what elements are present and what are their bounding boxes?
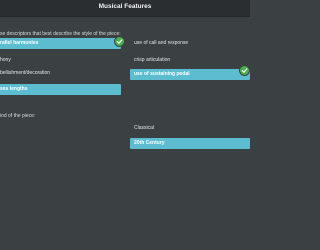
option-call-and-response[interactable]: use of call and response — [130, 38, 250, 49]
checkmark-icon — [115, 37, 124, 46]
option-classical[interactable]: Classical — [130, 123, 250, 134]
option-label: use of call and response — [134, 40, 189, 46]
option-symphony[interactable]: hony — [0, 55, 121, 66]
title-bar: Musical Features — [0, 0, 250, 17]
option-embellishment-decoration[interactable]: bellishment/decoration — [0, 68, 121, 79]
option-label: Classical — [134, 125, 155, 131]
option-label: rallel harmonies — [0, 40, 39, 46]
option-parallel-harmonies[interactable]: rallel harmonies — [0, 38, 121, 49]
period-prompt: iod of the piece: — [0, 113, 36, 119]
descriptors-prompt: se descriptors that best describe the st… — [0, 31, 121, 37]
option-phrase-lengths[interactable]: ses lengths — [0, 84, 121, 95]
option-label: use of sustaining pedal — [134, 71, 190, 77]
option-20th-century[interactable]: 20th Century — [130, 138, 250, 149]
option-label: ses lengths — [0, 86, 28, 92]
option-label: bellishment/decoration — [0, 70, 51, 76]
option-crisp-articulation[interactable]: crisp articulation — [130, 55, 250, 66]
option-label: hony — [0, 57, 11, 63]
option-sustaining-pedal[interactable]: use of sustaining pedal — [130, 69, 250, 80]
window-title: Musical Features — [98, 3, 152, 10]
option-label: 20th Century — [134, 140, 165, 146]
option-label: crisp articulation — [134, 57, 171, 63]
checkmark-icon — [240, 66, 249, 75]
